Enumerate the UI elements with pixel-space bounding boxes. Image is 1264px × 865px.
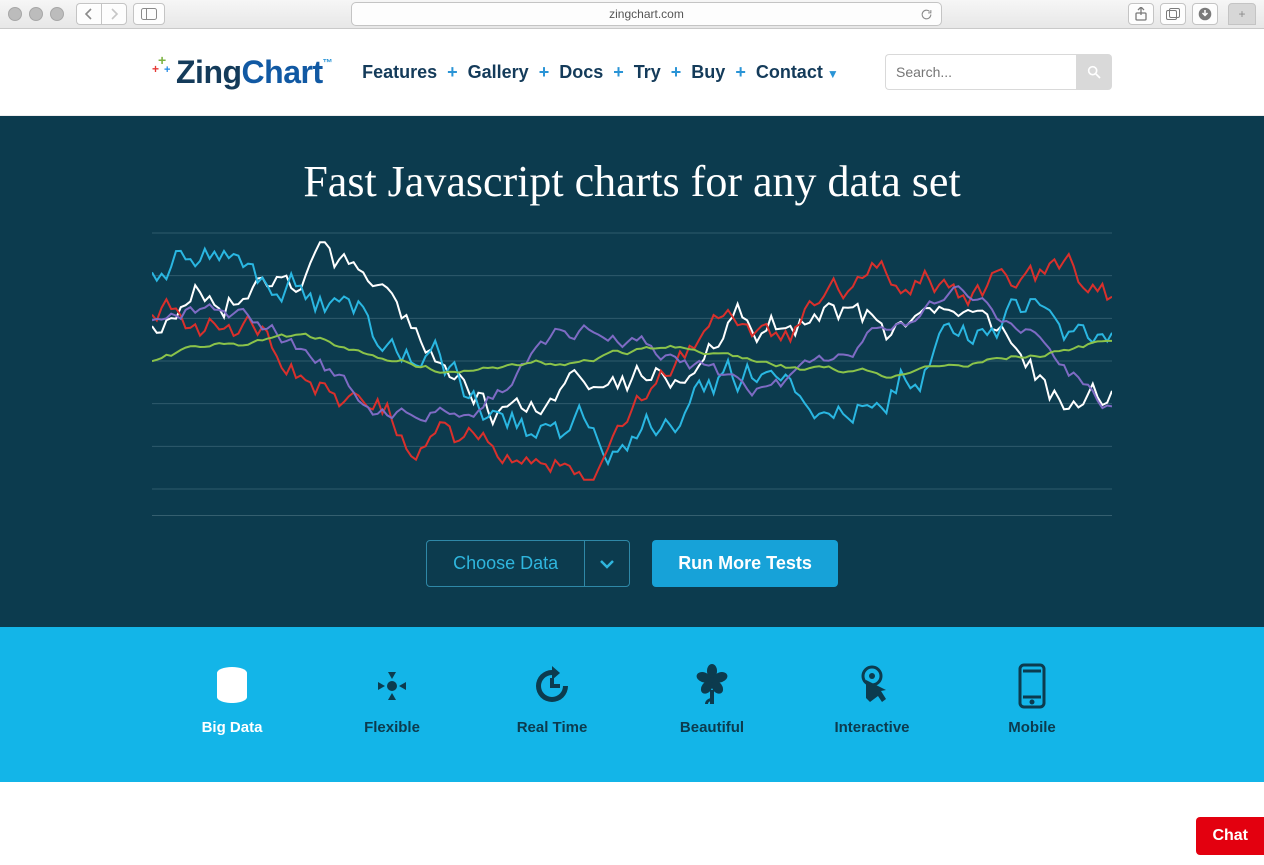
- address-bar[interactable]: zingchart.com: [351, 2, 942, 26]
- reload-icon[interactable]: [920, 8, 933, 21]
- logo[interactable]: +++ ZingChart™: [152, 54, 332, 91]
- site-header: +++ ZingChart™ Features + Gallery + Docs…: [0, 29, 1264, 116]
- feature-label: Big Data: [152, 719, 312, 736]
- feature-label: Interactive: [792, 719, 952, 736]
- logo-plus-icons: +++: [152, 52, 174, 74]
- chat-button[interactable]: Chat: [1196, 817, 1264, 855]
- share-button[interactable]: [1128, 3, 1154, 25]
- nav-separator: +: [735, 62, 746, 83]
- nav-gallery[interactable]: Gallery: [468, 62, 529, 83]
- divider: [152, 515, 1112, 516]
- feature-label: Flexible: [312, 719, 472, 736]
- interactive-icon: [792, 663, 952, 709]
- feature-mobile[interactable]: Mobile: [952, 663, 1112, 736]
- feature-beautiful[interactable]: Beautiful: [632, 663, 792, 736]
- chevron-down-icon: ▼: [827, 67, 839, 81]
- main-nav: Features + Gallery + Docs + Try + Buy + …: [362, 62, 855, 83]
- nav-separator: +: [671, 62, 682, 83]
- chart-series-cyan: [152, 249, 1112, 464]
- chart-series-white: [152, 242, 1112, 424]
- choose-data-dropdown[interactable]: Choose Data: [426, 540, 630, 587]
- nav-try[interactable]: Try: [634, 62, 661, 83]
- downloads-button[interactable]: [1192, 3, 1218, 25]
- choose-data-label: Choose Data: [427, 541, 584, 586]
- logo-text: ZingChart™: [176, 54, 332, 91]
- real-time-icon: [472, 663, 632, 709]
- nav-features[interactable]: Features: [362, 62, 437, 83]
- forward-button[interactable]: [101, 3, 127, 25]
- nav-separator: +: [613, 62, 624, 83]
- search: [885, 54, 1112, 90]
- feature-interactive[interactable]: Interactive: [792, 663, 952, 736]
- address-url: zingchart.com: [609, 7, 684, 21]
- zoom-window[interactable]: [50, 7, 64, 21]
- minimize-window[interactable]: [29, 7, 43, 21]
- window-controls: [8, 7, 64, 21]
- feature-label: Beautiful: [632, 719, 792, 736]
- feature-real-time[interactable]: Real Time: [472, 663, 632, 736]
- run-more-tests-button[interactable]: Run More Tests: [652, 540, 838, 587]
- feature-big-data[interactable]: Big Data: [152, 663, 312, 736]
- big-data-icon: [152, 663, 312, 709]
- feature-strip: Big DataFlexibleReal TimeBeautifulIntera…: [0, 627, 1264, 782]
- tabs-button[interactable]: [1160, 3, 1186, 25]
- search-icon: [1086, 64, 1102, 80]
- nav-contact[interactable]: Contact▼: [756, 62, 839, 83]
- back-button[interactable]: [76, 3, 101, 25]
- search-input[interactable]: [885, 54, 1076, 90]
- flexible-icon: [312, 663, 472, 709]
- hero: Fast Javascript charts for any data set …: [0, 116, 1264, 627]
- blank-space: [0, 782, 1264, 840]
- hero-headline: Fast Javascript charts for any data set: [152, 156, 1112, 207]
- new-tab-button[interactable]: +: [1228, 3, 1256, 25]
- nav-separator: +: [447, 62, 458, 83]
- close-window[interactable]: [8, 7, 22, 21]
- nav-docs[interactable]: Docs: [559, 62, 603, 83]
- browser-chrome: zingchart.com +: [0, 0, 1264, 29]
- feature-flexible[interactable]: Flexible: [312, 663, 472, 736]
- search-button[interactable]: [1076, 54, 1112, 90]
- nav-separator: +: [539, 62, 550, 83]
- feature-label: Mobile: [952, 719, 1112, 736]
- demo-chart: [152, 231, 1112, 491]
- chevron-down-icon[interactable]: [584, 541, 629, 586]
- beautiful-icon: [632, 663, 792, 709]
- sidebar-toggle[interactable]: [133, 3, 165, 25]
- nav-buy[interactable]: Buy: [691, 62, 725, 83]
- feature-label: Real Time: [472, 719, 632, 736]
- mobile-icon: [952, 663, 1112, 709]
